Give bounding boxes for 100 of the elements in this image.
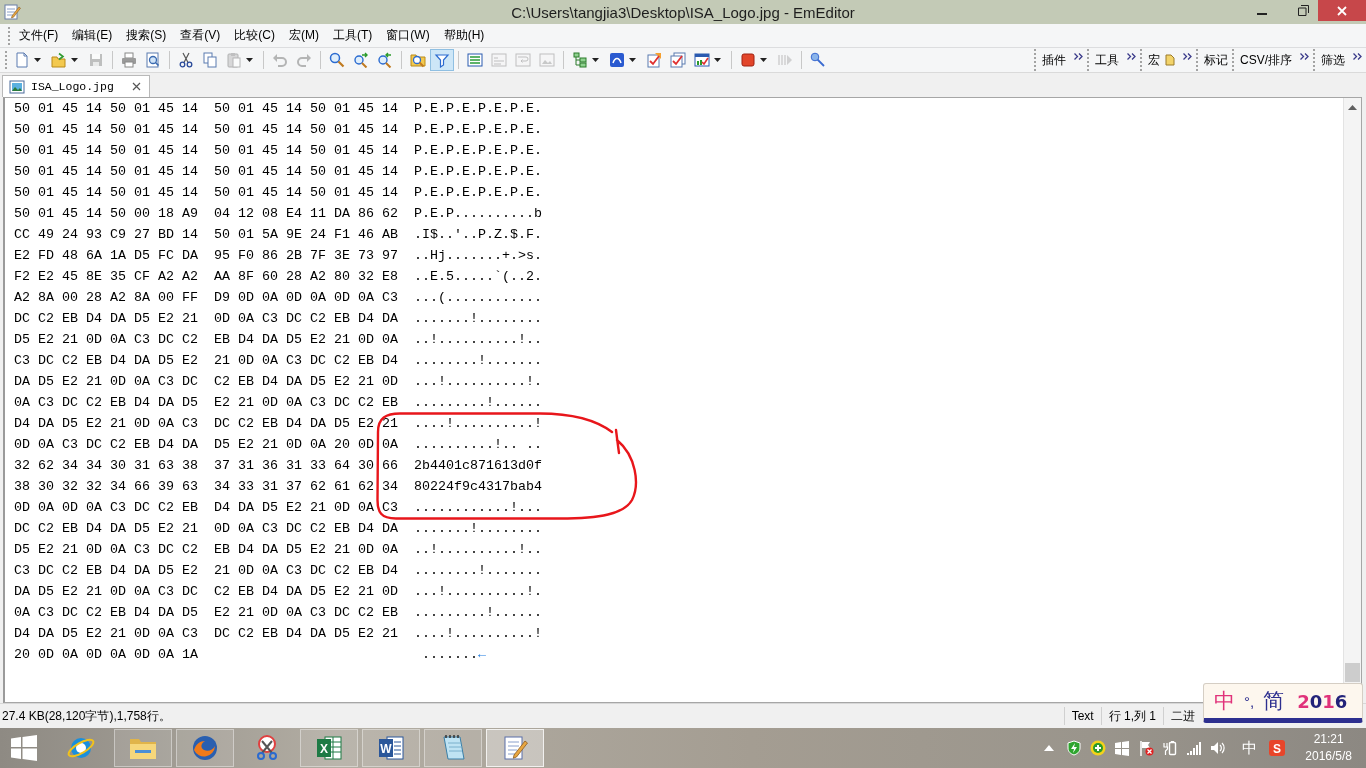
hex-bytes: 50 01 45 14 50 01 45 14: [14, 121, 199, 139]
search-icon: [329, 52, 345, 68]
hex-bytes: D4 DA D5 E2 21 0D 0A C3: [14, 625, 199, 643]
ascii-text: ...(............: [414, 289, 542, 307]
four-pane-logo-icon[interactable]: [1114, 740, 1131, 756]
ascii-text: P.E.P.E.P.E.P.E.: [414, 142, 542, 160]
menu-item[interactable]: 文件(F): [13, 25, 67, 46]
hex-bytes: 0D 0A C3 DC C2 EB D4 DA: [14, 436, 199, 454]
hex-bytes: 95 F0 86 2B 7F 3E 73 97: [214, 247, 399, 265]
taskbar-button[interactable]: W: [362, 729, 420, 767]
ascii-text: P.E.P..........b: [414, 205, 542, 223]
chevron-icon[interactable]: [1127, 53, 1136, 60]
ascii-text: ........!.......: [414, 352, 542, 370]
chevron-icon[interactable]: [1300, 53, 1309, 60]
hex-bytes: AA 8F 60 28 A2 80 32 E8: [214, 268, 399, 286]
hex-bytes: 50 01 45 14 50 01 45 14: [214, 121, 399, 139]
menu-item[interactable]: 宏(M): [283, 25, 327, 46]
ascii-text: ...!..........!.: [414, 583, 542, 601]
hex-bytes: 04 12 08 E4 11 DA 86 62: [214, 205, 399, 223]
hex-bytes: D4 DA D5 E2 21 0D 0A C3: [14, 415, 199, 433]
signal-bars-icon[interactable]: [1186, 740, 1203, 756]
hex-bytes: 0D 0A C3 DC C2 EB D4 DA: [214, 310, 399, 328]
ascii-text: ........!.......: [414, 562, 542, 580]
speaker-icon[interactable]: [1210, 740, 1227, 756]
hex-bytes: D5 E2 21 0D 0A C3 DC C2: [14, 541, 199, 559]
file-tab[interactable]: ISA_Logo.jpg: [2, 75, 150, 97]
scrollbar-thumb[interactable]: [1345, 663, 1360, 682]
save-icon: [88, 52, 104, 68]
script-mode[interactable]: 简: [1263, 687, 1285, 715]
chevron-icon[interactable]: [1353, 53, 1362, 60]
hex-bytes: 50 01 45 14 50 01 45 14: [14, 100, 199, 118]
hex-bytes: DA D5 E2 21 0D 0A C3 DC: [14, 583, 199, 601]
end-of-file-mark: ←: [478, 646, 486, 664]
status-item: 二进: [1163, 707, 1202, 725]
hex-bytes: 50 01 45 14 50 01 45 14: [14, 142, 199, 160]
ascii-text: ............!...: [414, 499, 542, 517]
hex-bytes: 50 01 45 14 50 01 45 14: [14, 163, 199, 181]
hex-bytes: EB D4 DA D5 E2 21 0D 0A: [214, 541, 399, 559]
ascii-text: ....!..........!: [414, 625, 542, 643]
scroll-up-arrow-icon[interactable]: [1348, 105, 1357, 110]
hex-bytes: EB D4 DA D5 E2 21 0D 0A: [214, 331, 399, 349]
ascii-text: .I$..'..P.Z.$.F.: [414, 226, 542, 244]
hex-bytes: 0A C3 DC C2 EB D4 DA D5: [14, 394, 199, 412]
close-button[interactable]: [1318, 0, 1366, 21]
caret-icon: [34, 58, 41, 62]
menu-item[interactable]: 工具(T): [327, 25, 381, 46]
year-logo: 2016: [1297, 690, 1348, 712]
ascii-text: ....!..........!: [414, 415, 542, 433]
folder-search-icon: [410, 52, 426, 68]
caret-up-icon[interactable]: [1044, 745, 1055, 751]
toolbar-title: 工具: [1095, 51, 1119, 69]
hex-bytes: A2 8A 00 28 A2 8A 00 FF: [14, 289, 199, 307]
taskbar-button[interactable]: [176, 729, 234, 767]
ascii-text: ..!..........!..: [414, 541, 542, 559]
taskbar-button[interactable]: [114, 729, 172, 767]
scissors-icon: [178, 52, 194, 68]
status-text: 27.4 KB(28,120字节),1,758行。: [2, 707, 171, 725]
play-icon: [777, 52, 793, 68]
input-mode[interactable]: 中: [1214, 687, 1235, 715]
menu-item[interactable]: 编辑(E): [66, 25, 121, 46]
page-icon[interactable]: [1165, 54, 1175, 66]
menu-item[interactable]: 查看(V): [174, 25, 229, 46]
print-preview-icon: [145, 52, 161, 68]
toolbar-button[interactable]: [430, 49, 454, 71]
punctuation-mode[interactable]: °,: [1244, 692, 1255, 710]
toolbar-title: 宏: [1148, 51, 1160, 69]
ascii-text: ..........!.. ..: [414, 436, 542, 454]
hex-bytes: DC C2 EB D4 DA D5 E2 21: [14, 520, 199, 538]
shield-icon[interactable]: [1066, 740, 1083, 756]
menu-item[interactable]: 搜索(S): [120, 25, 175, 46]
hex-bytes: 34 33 31 37 62 61 62 34: [214, 478, 399, 496]
chevron-icon[interactable]: [1183, 53, 1192, 60]
ascii-text: P.E.P.E.P.E.P.E.: [414, 121, 542, 139]
menu-item[interactable]: 帮助(H): [437, 25, 493, 46]
hex-bytes: CC 49 24 93 C9 27 BD 14: [14, 226, 199, 244]
input-method-icon[interactable]: S: [1269, 740, 1286, 756]
toolbar-title: CSV/排序: [1240, 51, 1292, 69]
flag-error-icon[interactable]: [1138, 740, 1155, 756]
menu-item[interactable]: 比较(C): [228, 25, 283, 46]
notepad-pen-icon[interactable]: [3, 3, 21, 21]
menu-item[interactable]: 窗口(W): [380, 25, 438, 46]
taskbar-button[interactable]: X: [300, 729, 358, 767]
restore-icon: [1297, 5, 1309, 16]
ascii-text: .........!......: [414, 394, 542, 412]
toolbar-title: 插件: [1042, 51, 1066, 69]
ascii-text: .......!........: [414, 520, 542, 538]
close-icon[interactable]: [131, 82, 141, 91]
chevron-icon[interactable]: [1074, 53, 1083, 60]
hex-bytes: 21 0D 0A C3 DC C2 EB D4: [214, 352, 399, 370]
ascii-text: ..!..........!..: [414, 331, 542, 349]
battery-plug-icon[interactable]: [1162, 740, 1179, 756]
taskbar-button[interactable]: [486, 729, 544, 767]
hex-bytes: 20 0D 0A 0D 0A 0D 0A 1A: [14, 646, 199, 664]
plus-circle-icon[interactable]: [1090, 740, 1107, 756]
taskbar-button[interactable]: [424, 729, 482, 767]
hex-bytes: 50 01 45 14 50 01 45 14: [214, 163, 399, 181]
ascii-text: ..Hj.......+.>s.: [414, 247, 542, 265]
open-folder-icon: [51, 52, 67, 68]
caret-icon: [592, 58, 599, 62]
caret-icon: [629, 58, 636, 62]
